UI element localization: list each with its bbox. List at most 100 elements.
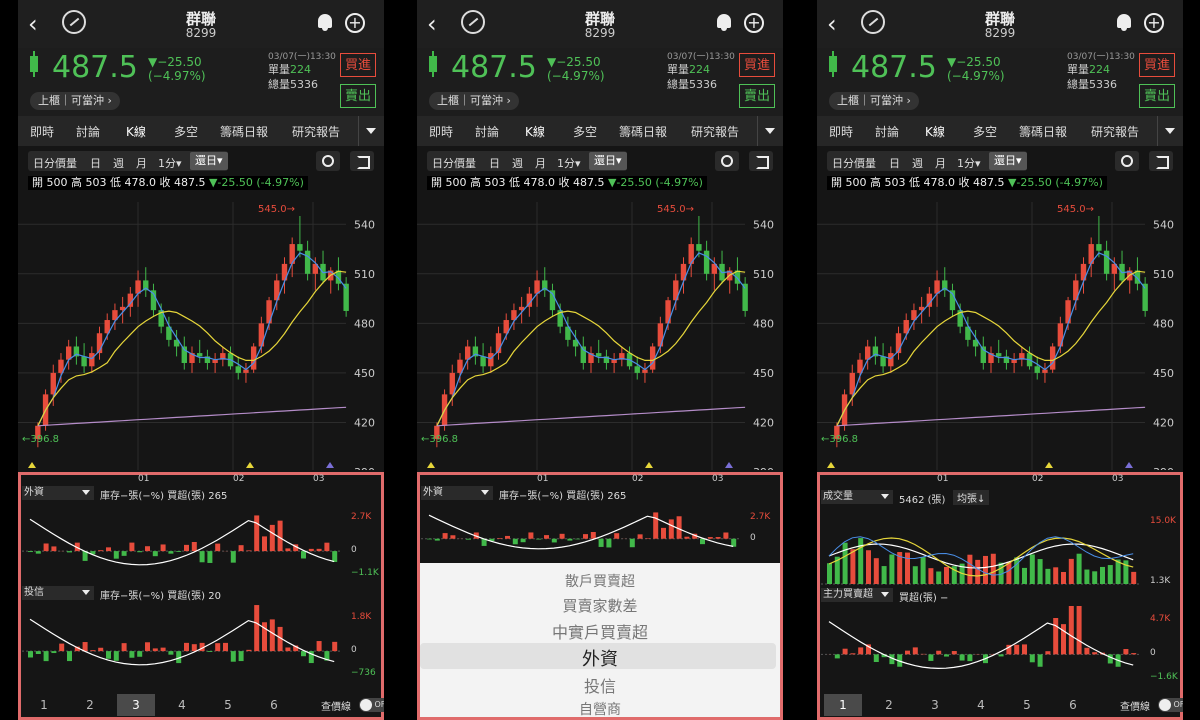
period-1min[interactable]: 1分▾ <box>158 155 182 171</box>
period-1min[interactable]: 1分▾ <box>557 155 581 171</box>
market-tag[interactable]: 上櫃｜可當沖 › <box>829 92 919 110</box>
tab-realtime[interactable]: 即時 <box>829 123 853 140</box>
event-marker-icon[interactable] <box>427 462 435 468</box>
adjust-selector[interactable]: 還日▾ <box>589 152 627 170</box>
picker-option[interactable]: 買賣家數差 <box>420 595 780 616</box>
indicator-select[interactable]: 主力買賣超 <box>821 588 893 602</box>
tab-discussion[interactable]: 討論 <box>475 123 499 140</box>
kline-chart[interactable]: 540 510 480 450 420 390 545.0→ ←396.8 <box>18 192 384 470</box>
period-intraday[interactable]: 日分價量 <box>33 155 77 171</box>
bell-icon[interactable] <box>1117 14 1131 31</box>
rotate-icon[interactable] <box>350 151 374 171</box>
picker-option[interactable]: 散戶買賣超 <box>420 571 780 591</box>
market-tag[interactable]: 上櫃｜可當沖 › <box>30 92 120 110</box>
indicator-select[interactable]: 外資 <box>22 486 94 500</box>
tab-more-icon[interactable] <box>757 116 783 146</box>
tab-kline[interactable]: K線 <box>925 123 945 140</box>
page-button[interactable]: 6 <box>1054 694 1092 716</box>
bell-icon[interactable] <box>318 14 332 31</box>
tab-discussion[interactable]: 討論 <box>875 123 899 140</box>
tab-research[interactable]: 研究報告 <box>691 123 739 140</box>
price-line-toggle[interactable]: OFF <box>359 698 384 712</box>
sell-button[interactable]: 賣出 <box>739 84 775 108</box>
period-week[interactable]: 週 <box>113 155 124 171</box>
page-button[interactable]: 1 <box>824 694 862 716</box>
period-week[interactable]: 週 <box>912 155 923 171</box>
tab-research[interactable]: 研究報告 <box>292 123 340 140</box>
tab-bull-bear[interactable]: 多空 <box>973 123 997 140</box>
indicator-picker[interactable]: 散戶買賣超買賣家數差中實戶買賣超 外資 投信自營商 <box>420 563 780 717</box>
page-button[interactable]: 4 <box>163 694 201 716</box>
page-button[interactable]: 6 <box>255 694 293 716</box>
page-button[interactable]: 2 <box>870 694 908 716</box>
buy-button[interactable]: 買進 <box>739 53 775 77</box>
picker-option[interactable]: 投信 <box>420 673 780 697</box>
page-button[interactable]: 1 <box>25 694 63 716</box>
period-1min[interactable]: 1分▾ <box>957 155 981 171</box>
event-marker-icon[interactable] <box>827 462 835 468</box>
kline-chart[interactable]: 540 510 480 450 420 390 545.0→ ←396.8 <box>817 192 1183 470</box>
period-day[interactable]: 日 <box>889 155 900 171</box>
period-day[interactable]: 日 <box>489 155 500 171</box>
bell-icon[interactable] <box>717 14 731 31</box>
add-icon[interactable]: + <box>744 13 764 33</box>
period-intraday[interactable]: 日分價量 <box>432 155 476 171</box>
event-marker-icon[interactable] <box>725 462 733 468</box>
picker-option[interactable]: 外資 <box>420 645 780 671</box>
tab-kline[interactable]: K線 <box>126 123 146 140</box>
event-marker-icon[interactable] <box>1125 462 1133 468</box>
buy-button[interactable]: 買進 <box>340 53 376 77</box>
adjust-selector[interactable]: 還日▾ <box>190 152 228 170</box>
price-line-toggle[interactable]: OFF <box>1158 698 1183 712</box>
tab-chip-daily[interactable]: 籌碼日報 <box>220 123 268 140</box>
event-marker-icon[interactable] <box>28 462 36 468</box>
gear-icon[interactable] <box>1115 151 1139 171</box>
page-button[interactable]: 5 <box>209 694 247 716</box>
tab-realtime[interactable]: 即時 <box>30 123 54 140</box>
tab-more-icon[interactable] <box>358 116 384 146</box>
event-marker-icon[interactable] <box>1045 462 1053 468</box>
page-button[interactable]: 3 <box>117 694 155 716</box>
buy-button[interactable]: 買進 <box>1139 53 1175 77</box>
indicator-bar <box>668 519 674 539</box>
gear-icon[interactable] <box>715 151 739 171</box>
sell-button[interactable]: 賣出 <box>340 84 376 108</box>
period-month[interactable]: 月 <box>136 155 147 171</box>
period-day[interactable]: 日 <box>90 155 101 171</box>
tab-more-icon[interactable] <box>1157 116 1183 146</box>
period-week[interactable]: 週 <box>512 155 523 171</box>
adjust-selector[interactable]: 還日▾ <box>989 152 1027 170</box>
indicator-select[interactable]: 投信 <box>22 586 94 600</box>
tab-chip-daily[interactable]: 籌碼日報 <box>619 123 667 140</box>
tab-research[interactable]: 研究報告 <box>1091 123 1139 140</box>
avg-lot-select[interactable]: 均張↓ <box>953 490 990 505</box>
rotate-icon[interactable] <box>1149 151 1173 171</box>
period-month[interactable]: 月 <box>935 155 946 171</box>
sell-button[interactable]: 賣出 <box>1139 84 1175 108</box>
picker-option[interactable]: 自營商 <box>420 699 780 717</box>
event-marker-icon[interactable] <box>645 462 653 468</box>
tab-chip-daily[interactable]: 籌碼日報 <box>1019 123 1067 140</box>
event-marker-icon[interactable] <box>326 462 334 468</box>
market-tag[interactable]: 上櫃｜可當沖 › <box>429 92 519 110</box>
gear-icon[interactable] <box>316 151 340 171</box>
page-button[interactable]: 3 <box>916 694 954 716</box>
tab-realtime[interactable]: 即時 <box>429 123 453 140</box>
add-icon[interactable]: + <box>345 13 365 33</box>
rotate-icon[interactable] <box>749 151 773 171</box>
page-button[interactable]: 4 <box>962 694 1000 716</box>
event-marker-icon[interactable] <box>246 462 254 468</box>
page-button[interactable]: 5 <box>1008 694 1046 716</box>
indicator-select[interactable]: 外資 <box>421 486 493 500</box>
tab-kline[interactable]: K線 <box>525 123 545 140</box>
indicator-select[interactable]: 成交量 <box>821 490 893 504</box>
picker-option[interactable]: 中實戶買賣超 <box>420 619 780 643</box>
tab-discussion[interactable]: 討論 <box>76 123 100 140</box>
kline-chart[interactable]: 540 510 480 450 420 390 545.0→ ←396.8 <box>417 192 783 470</box>
period-month[interactable]: 月 <box>535 155 546 171</box>
tab-bull-bear[interactable]: 多空 <box>174 123 198 140</box>
page-button[interactable]: 2 <box>71 694 109 716</box>
add-icon[interactable]: + <box>1144 13 1164 33</box>
tab-bull-bear[interactable]: 多空 <box>573 123 597 140</box>
period-intraday[interactable]: 日分價量 <box>832 155 876 171</box>
